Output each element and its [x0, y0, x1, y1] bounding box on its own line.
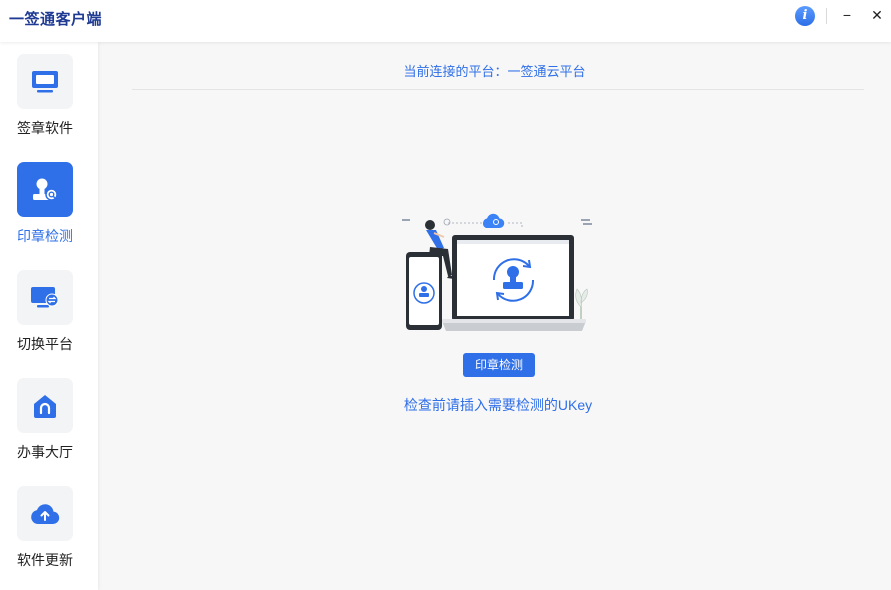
- sidebar-item-tile[interactable]: [17, 162, 73, 217]
- sidebar-item-software-update[interactable]: 软件更新: [0, 486, 98, 586]
- seal-check-illustration: [402, 213, 592, 331]
- minimize-button[interactable]: −: [839, 5, 855, 25]
- close-button[interactable]: ✕: [869, 5, 885, 25]
- sidebar-item-sign-software[interactable]: 签章软件: [0, 54, 98, 154]
- sidebar-item-tile[interactable]: [17, 54, 73, 109]
- sidebar-item-tile[interactable]: [17, 486, 73, 541]
- ukey-hint-text: 检查前请插入需要检测的UKey: [403, 397, 593, 413]
- divider: [132, 89, 864, 90]
- info-icon[interactable]: i: [795, 6, 815, 26]
- sidebar-item-label: 切换平台: [17, 336, 73, 352]
- sidebar-item-label: 办事大厅: [17, 444, 73, 460]
- monitor-icon: [32, 70, 58, 92]
- main-panel: 当前连接的平台：一签通云平台 印章检测 检查前请插入需要检测的UKey: [98, 42, 891, 590]
- titlebar-divider: [826, 8, 827, 24]
- sidebar-item-label: 签章软件: [17, 120, 73, 136]
- stamp-search-icon: [33, 178, 58, 201]
- sidebar-item-seal-check[interactable]: 印章检测: [0, 162, 98, 262]
- switch-platform-icon: [31, 286, 59, 307]
- sidebar-item-switch-platform[interactable]: 切换平台: [0, 270, 98, 370]
- sidebar: 签章软件 印章检测 切换平台 办事大厅 软件更新: [0, 42, 98, 590]
- seal-check-button[interactable]: 印章检测: [463, 353, 535, 377]
- sidebar-item-label: 印章检测: [17, 228, 73, 244]
- home-icon: [34, 394, 56, 418]
- connected-platform-text: 当前连接的平台：一签通云平台: [403, 64, 586, 79]
- cloud-upload-icon: [31, 503, 60, 524]
- app-title: 一签通客户端: [9, 11, 103, 28]
- sidebar-item-label: 软件更新: [17, 552, 73, 568]
- sidebar-item-tile[interactable]: [17, 378, 73, 433]
- sidebar-item-tile[interactable]: [17, 270, 73, 325]
- sidebar-item-service-hall[interactable]: 办事大厅: [0, 378, 98, 478]
- title-bar: 一签通客户端 i − ✕: [0, 0, 891, 42]
